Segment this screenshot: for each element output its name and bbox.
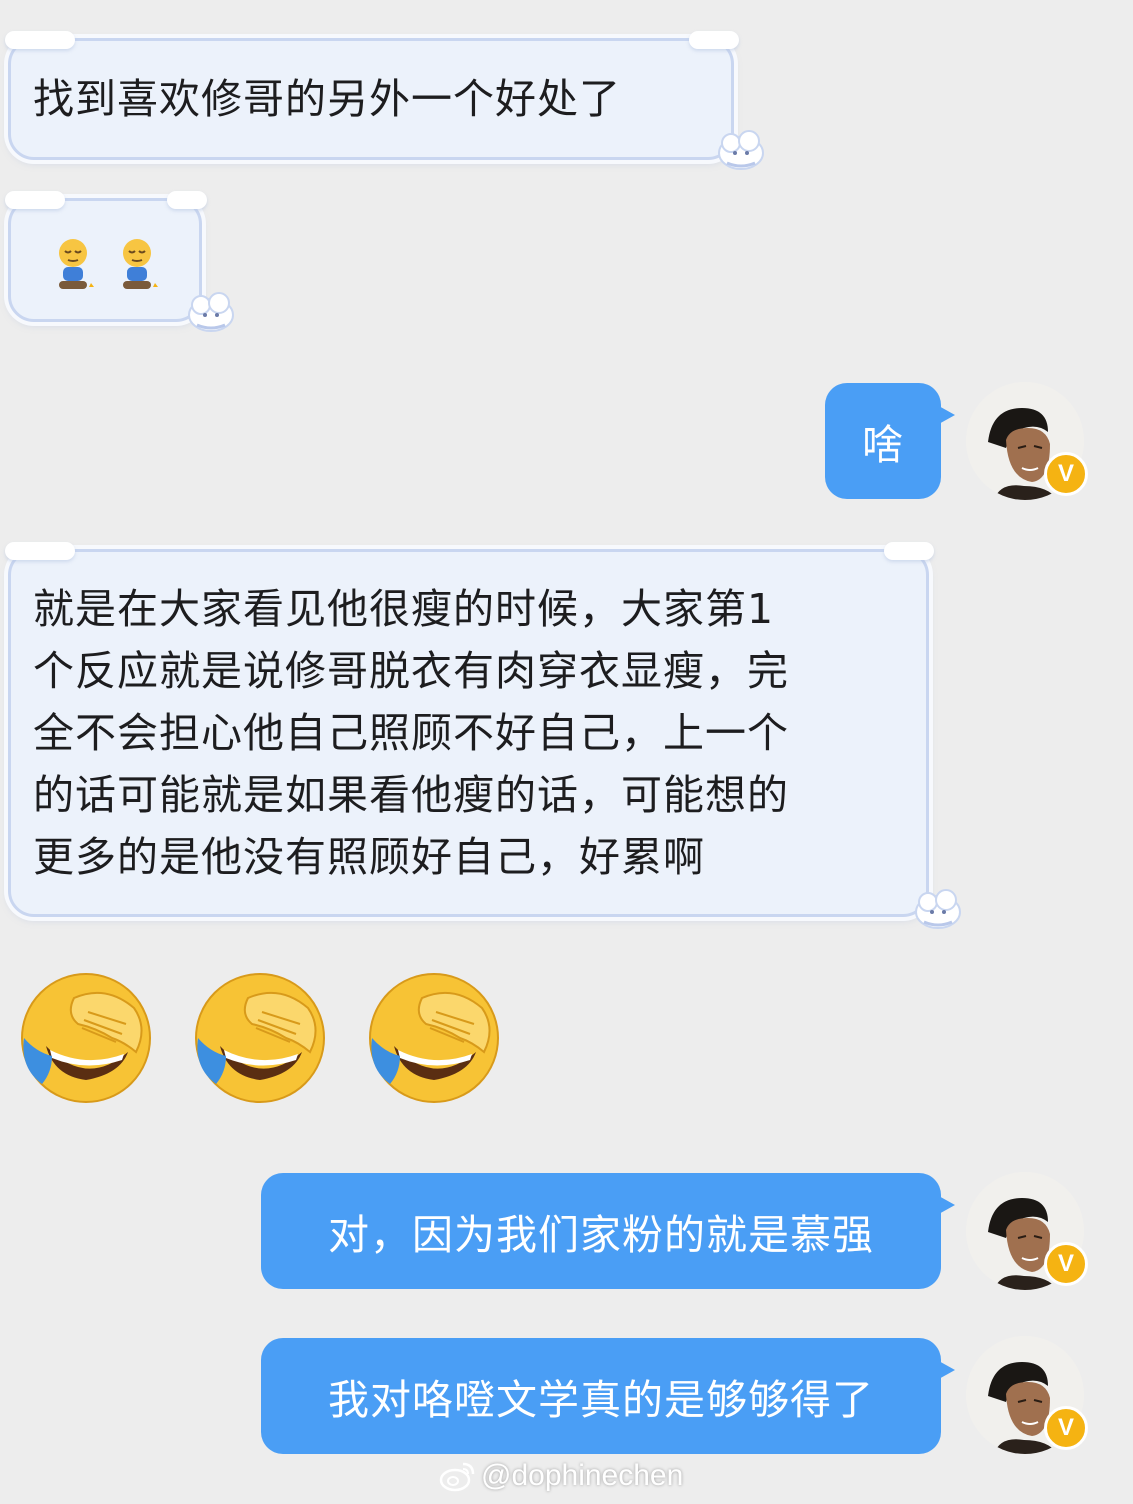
snow-decoration [884,542,934,560]
avatar[interactable]: V [966,1172,1088,1290]
sleepy-sitting-person-icon [123,239,158,289]
message-text: 找到喜欢修哥的另外一个好处了 [33,75,621,123]
outgoing-message-bubble[interactable]: 我对咯噔文学真的是够够得了 [261,1338,955,1454]
verified-badge-icon: V [1044,1406,1088,1450]
verified-badge-icon: V [1044,1242,1088,1286]
message-line: 全不会担心他自己照顾不好自己，上一个 [33,709,789,757]
sleepy-sitting-person-icon [59,239,94,289]
laughing-facepalm-icon[interactable] [16,968,156,1108]
incoming-message-bubble[interactable]: 找到喜欢修哥的另外一个好处了 [5,31,764,170]
cloud-mascot-icon [718,130,764,170]
bubble-tail [937,1195,955,1215]
watermark: @dophinechen [437,1456,683,1496]
snow-decoration [5,31,75,49]
snow-decoration [5,542,75,560]
message-line: 的话可能就是如果看他瘦的话，可能想的 [33,771,789,819]
message-text-block: 就是在大家看见他很瘦的时候，大家第1 个反应就是说修哥脱衣有肉穿衣显瘦，完 全不… [11,552,926,888]
message-line: 就是在大家看见他很瘦的时候，大家第1 [33,585,775,633]
cloud-mascot-icon [188,292,234,332]
message-line: 个反应就是说修哥脱衣有肉穿衣显瘦，完 [33,647,789,695]
message-text: 我对咯噔文学真的是够够得了 [328,1376,874,1424]
incoming-message-bubble[interactable] [5,191,234,332]
bubble-tail [937,1360,955,1380]
snow-decoration [5,191,65,209]
laughing-facepalm-icon[interactable] [190,968,330,1108]
incoming-message-bubble[interactable]: 就是在大家看见他很瘦的时候，大家第1 个反应就是说修哥脱衣有肉穿衣显瘦，完 全不… [5,542,961,929]
message-line: 更多的是他没有照顾好自己，好累啊 [33,833,705,881]
snow-decoration [689,31,739,49]
outgoing-message-bubble[interactable]: 啥 [825,383,955,499]
watermark-text: @dophinechen [481,1459,684,1492]
snow-decoration [167,191,207,209]
bubble-tail [937,405,955,425]
laughing-facepalm-icon[interactable] [364,968,504,1108]
avatar[interactable]: V [966,382,1088,500]
message-text: 啥 [862,421,904,469]
outgoing-message-bubble[interactable]: 对，因为我们家粉的就是慕强 [261,1173,955,1289]
verified-badge-icon: V [1044,452,1088,496]
weibo-logo-icon [439,1462,475,1492]
avatar[interactable]: V [966,1336,1088,1454]
message-text: 对，因为我们家粉的就是慕强 [328,1211,874,1259]
cloud-mascot-icon [915,889,961,929]
